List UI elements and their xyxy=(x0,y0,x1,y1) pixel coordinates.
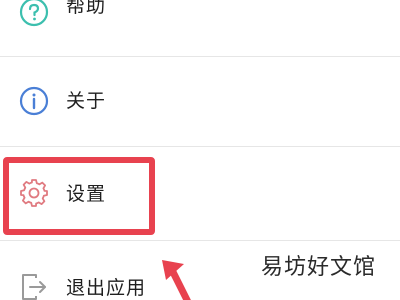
settings-menu-screen: 帮助 关于 设置 退出应用 易坊好文馆 xyxy=(0,0,400,300)
help-circle-icon xyxy=(19,0,49,27)
menu-item-about-label: 关于 xyxy=(66,90,107,112)
divider xyxy=(0,146,400,147)
menu-item-exit-label: 退出应用 xyxy=(66,277,147,299)
info-circle-icon xyxy=(19,86,49,116)
exit-app-icon xyxy=(22,274,46,300)
menu-item-about[interactable]: 关于 xyxy=(0,80,400,124)
watermark: 易坊好文馆 xyxy=(260,255,376,280)
menu-item-help[interactable]: 帮助 xyxy=(0,0,400,36)
divider xyxy=(0,56,400,57)
pointer-arrow-icon xyxy=(162,260,191,300)
menu-item-help-label: 帮助 xyxy=(66,0,107,17)
highlight-box xyxy=(3,157,155,235)
divider xyxy=(0,240,400,241)
